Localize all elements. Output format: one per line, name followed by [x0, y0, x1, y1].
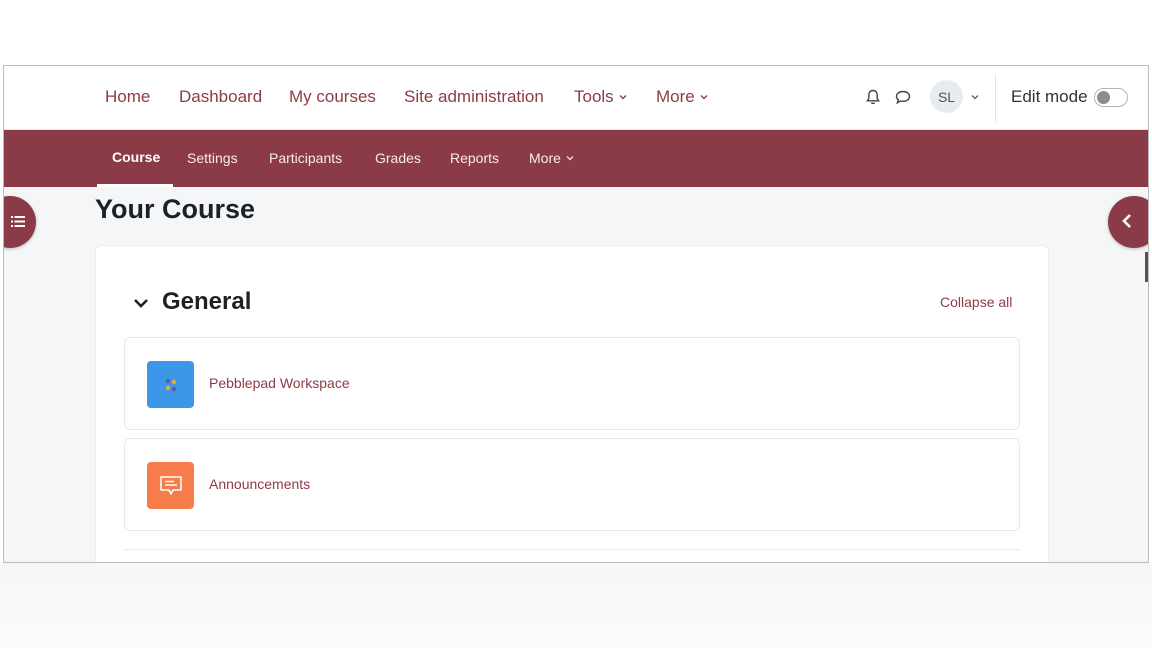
- tab-more-label: More: [529, 150, 561, 166]
- page-scrollbar[interactable]: [1145, 252, 1148, 282]
- chevron-left-icon: [1122, 214, 1131, 228]
- user-avatar[interactable]: SL: [930, 80, 963, 113]
- nav-my-courses[interactable]: My courses: [289, 87, 376, 107]
- tab-participants[interactable]: Participants: [269, 150, 342, 166]
- nav-tools-label: Tools: [574, 87, 614, 106]
- navbar-divider: [995, 74, 996, 122]
- activity-item[interactable]: Announcements: [124, 438, 1020, 531]
- nav-site-administration[interactable]: Site administration: [404, 87, 544, 107]
- course-secondary-nav: Course Settings Participants Grades Repo…: [4, 130, 1148, 187]
- browser-viewport: Home Dashboard My courses Site administr…: [3, 65, 1149, 563]
- chevron-down-icon: [619, 95, 627, 100]
- notifications-button[interactable]: [862, 86, 884, 108]
- tab-reports[interactable]: Reports: [450, 150, 499, 166]
- activity-link-announcements[interactable]: Announcements: [209, 476, 310, 492]
- chat-bubble-icon: [895, 90, 911, 105]
- section-divider: [124, 549, 1020, 550]
- section-collapse-chevron-down-icon[interactable]: [132, 294, 150, 312]
- bell-icon: [866, 89, 880, 105]
- forum-icon: [147, 462, 194, 509]
- course-content-card: General Collapse all Pebblepad Workspace: [95, 245, 1049, 562]
- nav-dashboard[interactable]: Dashboard: [179, 87, 262, 107]
- background-fade: [0, 563, 1152, 648]
- nav-more-label: More: [656, 87, 695, 106]
- edit-mode-toggle[interactable]: [1094, 88, 1128, 107]
- nav-tools[interactable]: Tools: [574, 87, 628, 107]
- collapse-all-link[interactable]: Collapse all: [940, 294, 1012, 310]
- user-menu-chevron-down-icon[interactable]: [970, 92, 980, 102]
- activity-link-pebblepad[interactable]: Pebblepad Workspace: [209, 375, 350, 391]
- edit-mode-label: Edit mode: [1011, 87, 1088, 106]
- activity-item[interactable]: Pebblepad Workspace: [124, 337, 1020, 430]
- chevron-down-icon: [700, 95, 708, 100]
- active-tab-indicator: [97, 184, 173, 187]
- pebblepad-icon: [147, 361, 194, 408]
- page-title: Your Course: [95, 194, 256, 224]
- nav-more[interactable]: More: [656, 87, 709, 107]
- toggle-knob: [1097, 91, 1110, 104]
- block-drawer-toggle[interactable]: [1108, 196, 1148, 248]
- tab-course[interactable]: Course: [112, 149, 160, 165]
- tab-settings[interactable]: Settings: [187, 150, 238, 166]
- tab-grades[interactable]: Grades: [375, 150, 421, 166]
- list-icon: [11, 216, 25, 227]
- messages-button[interactable]: [892, 86, 914, 108]
- chevron-down-icon: [566, 156, 574, 161]
- nav-home[interactable]: Home: [105, 87, 150, 107]
- tab-more[interactable]: More: [529, 150, 575, 166]
- section-title: General: [162, 288, 252, 315]
- course-index-drawer-toggle[interactable]: [4, 196, 36, 248]
- primary-navbar: Home Dashboard My courses Site administr…: [4, 66, 1148, 130]
